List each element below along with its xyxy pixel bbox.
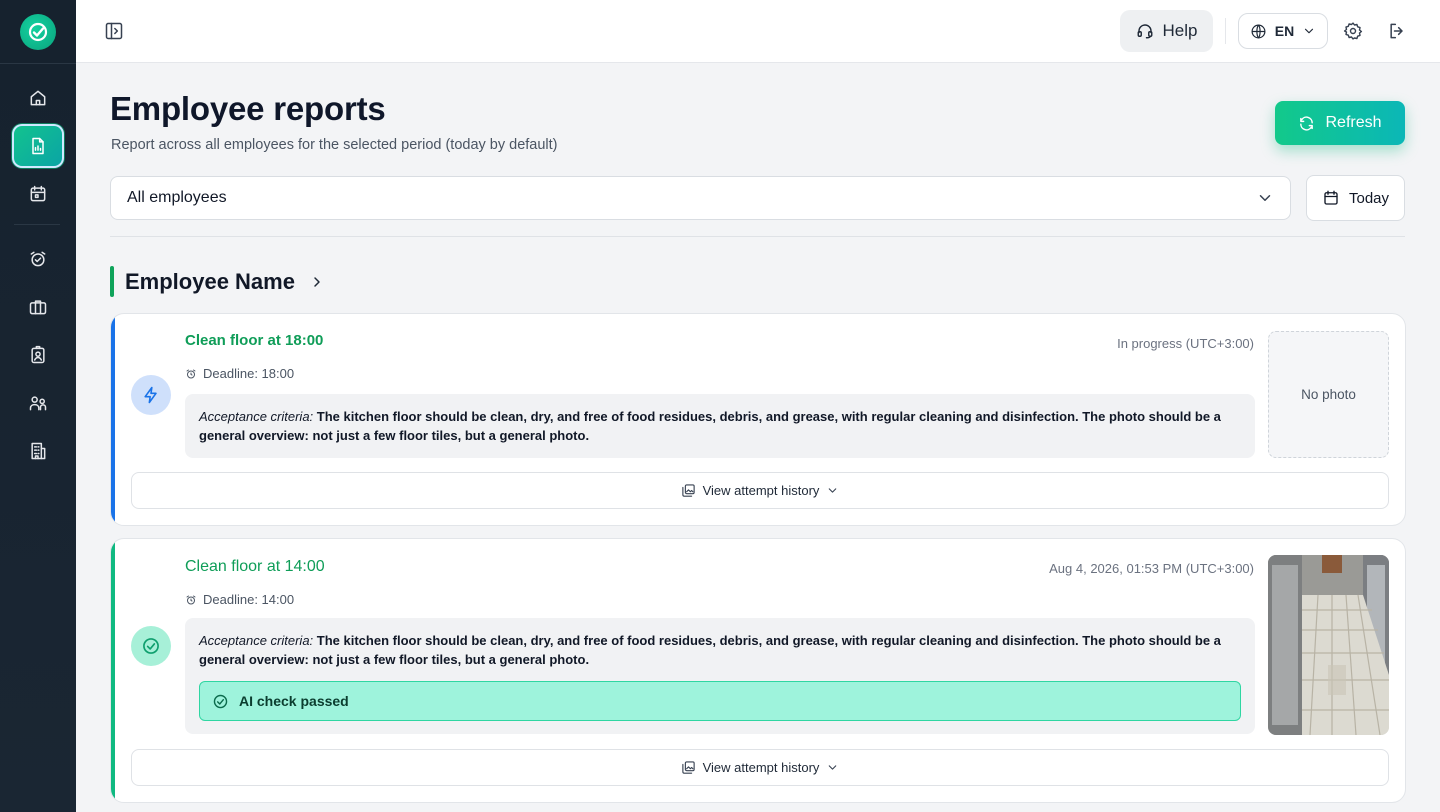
task-completed-time: Aug 4, 2026, 01:53 PM (UTC+3:00) [1049,561,1254,576]
check-circle-icon [143,638,159,654]
help-button[interactable]: Help [1120,10,1213,52]
settings-button[interactable] [1341,19,1365,43]
sidebar-item-team[interactable] [12,381,64,425]
criteria-text: The kitchen floor should be clean, dry, … [199,633,1221,667]
lightning-icon [144,386,157,404]
calendar-icon [1324,190,1338,205]
language-selector[interactable]: EN [1238,13,1328,49]
task-status: In progress (UTC+3:00) [1117,336,1254,351]
task-title: Clean floor at 18:00 [185,332,324,349]
sidebar-divider [0,63,76,64]
help-label: Help [1162,21,1198,40]
acceptance-criteria: Acceptance criteria: The kitchen floor s… [185,394,1255,458]
chevron-down-icon [829,488,837,493]
chevron-down-icon [829,765,837,770]
app-logo[interactable] [20,14,56,50]
refresh-icon [1300,115,1314,131]
sidebar-item-employees[interactable] [12,333,64,377]
employee-header[interactable]: Employee Name [110,266,325,297]
history-label: View attempt history [702,760,820,775]
panel-toggle-icon [105,22,123,40]
sidebar-divider [14,224,60,225]
task-accent-bar [111,539,115,802]
task-accent-bar [111,314,115,525]
task-title: Clean floor at 14:00 [185,558,325,575]
sidebar-item-jobs[interactable] [12,285,64,329]
criteria-label: Acceptance criteria: [199,633,314,648]
alarm-icon [186,369,196,378]
sidebar-toggle-button[interactable] [102,19,126,43]
page-subtitle: Report across all employees for the sele… [111,137,558,153]
section-divider [110,236,1405,237]
sidebar-item-reports[interactable] [12,124,64,168]
in-progress-status-icon [131,375,171,415]
ai-check-result: AI check passed [199,681,1241,721]
view-attempt-history-button[interactable]: View attempt history [131,749,1389,786]
logout-button[interactable] [1385,19,1409,43]
floor-photo-image [1268,555,1389,735]
employee-select[interactable]: All employees [110,176,1291,220]
deadline-text: Deadline: 14:00 [203,592,295,607]
no-photo-text: No photo [1301,387,1356,402]
gallery-icon [681,761,695,774]
task-photo-placeholder: No photo [1268,331,1389,458]
view-attempt-history-button[interactable]: View attempt history [131,472,1389,509]
ai-check-text: AI check passed [239,692,349,709]
task-deadline: Deadline: 18:00 [185,366,294,381]
completed-status-icon [131,626,171,666]
sidebar-item-locations[interactable] [12,429,64,473]
sidebar-item-home[interactable] [12,76,64,120]
briefcase-icon [29,300,47,315]
task-card: Clean floor at 14:00 Aug 4, 2026, 01:53 … [110,538,1406,803]
deadline-text: Deadline: 18:00 [203,366,295,381]
gallery-icon [681,484,695,497]
topbar-divider [1225,18,1226,44]
language-label: EN [1274,23,1295,39]
criteria-label: Acceptance criteria: [199,409,314,424]
sidebar [0,0,76,812]
headset-icon [1137,24,1152,39]
task-card: Clean floor at 18:00 In progress (UTC+3:… [110,313,1406,526]
date-label: Today [1348,189,1390,207]
task-deadline: Deadline: 14:00 [185,592,294,607]
refresh-button[interactable]: Refresh [1275,101,1405,145]
task-photo[interactable] [1268,555,1389,735]
logout-icon [1390,23,1403,39]
globe-icon [1251,24,1266,38]
check-circle-icon [213,694,228,708]
alarm-icon [186,595,196,604]
criteria-text: The kitchen floor should be clean, dry, … [199,409,1221,443]
employee-select-value: All employees [127,189,227,206]
gear-icon [1343,22,1363,40]
history-label: View attempt history [702,483,820,498]
chevron-down-icon [1305,28,1314,34]
employee-accent-bar [110,266,114,297]
calendar-icon [30,185,46,202]
top-bar: Help EN [76,0,1440,63]
sidebar-item-tasks[interactable] [12,237,64,281]
sidebar-item-calendar[interactable] [12,172,64,216]
page-title: Employee reports [110,90,386,127]
acceptance-criteria: Acceptance criteria: The kitchen floor s… [185,618,1255,734]
logo-check-icon [28,22,48,42]
refresh-label: Refresh [1325,114,1382,131]
employee-name: Employee Name [125,268,295,294]
chevron-right-icon [314,276,320,287]
id-badge-icon [31,345,45,364]
date-picker-button[interactable]: Today [1306,175,1405,221]
report-icon [32,137,44,155]
chevron-down-icon [1259,195,1271,201]
employee-expand-button[interactable] [309,274,325,290]
building-icon [31,442,46,460]
home-icon [30,90,46,106]
users-icon [29,396,47,411]
alarm-check-icon [30,251,46,267]
